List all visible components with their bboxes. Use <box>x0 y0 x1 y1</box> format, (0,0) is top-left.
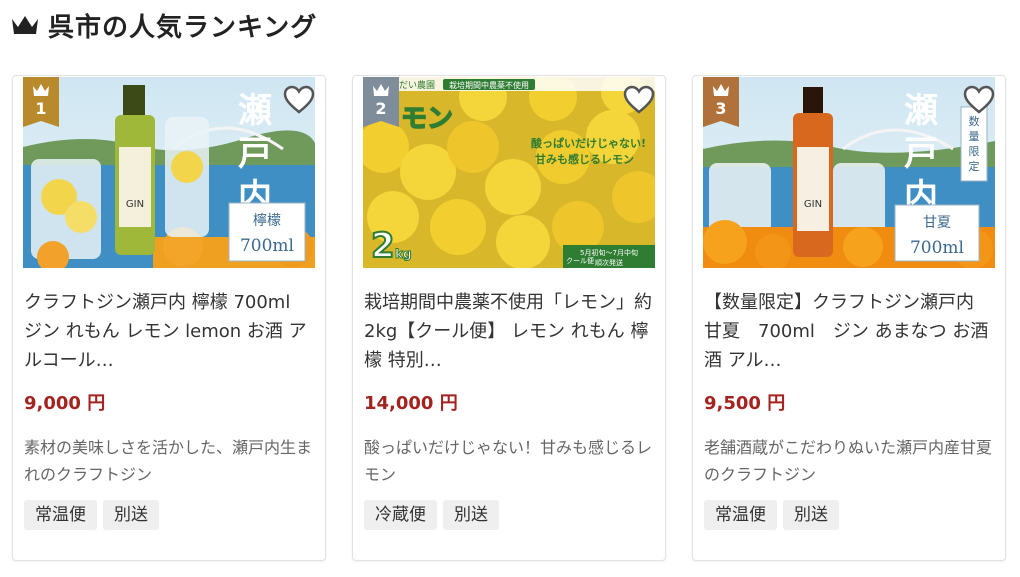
product-price: 9,000 円 <box>24 393 106 414</box>
image-volume: 700ml <box>910 238 964 258</box>
image-title-char2: 戸 <box>238 134 272 174</box>
product-name[interactable]: クラフトジン瀬戸内 檸檬 700ml ジン れもん レモン lemon お酒 ア… <box>24 288 314 375</box>
rank-badge: 3 <box>703 77 739 127</box>
crown-icon <box>12 16 38 34</box>
rank-number: 1 <box>35 99 47 118</box>
bottle-label: GIN <box>126 199 144 210</box>
crown-icon <box>373 84 389 96</box>
product-description: 老舗酒蔵がこだわりぬいた瀬戸内産甘夏のクラフトジン <box>704 438 993 484</box>
image-limited-char4: 定 <box>969 159 980 173</box>
crown-icon <box>33 84 49 96</box>
image-shipping-line1: 5月初旬〜7月中旬 <box>580 248 638 257</box>
bottle-label: GIN <box>804 199 822 210</box>
product-image[interactable]: GIN 瀬 戸 内 檸檬 700ml <box>23 77 315 268</box>
image-title-char1: 瀬 <box>904 91 938 131</box>
product-image[interactable]: だい農園 栽培期間中農薬不使用 モン 酸っぱいだけじゃない! 甘みも感じるレモン… <box>363 77 655 268</box>
favorite-heart-icon[interactable] <box>283 85 315 115</box>
page-title: 呉市の人気ランキング <box>48 12 318 43</box>
ranking-list: GIN 瀬 戸 内 檸檬 700ml 1 クラフトジン瀬戸内 檸檬 700ml … <box>12 75 1006 561</box>
shipping-tags: 冷蔵便 別送 <box>364 500 499 530</box>
image-weight-unit: kg <box>395 247 412 261</box>
image-slogan-line2: 甘みも感じるレモン <box>535 152 634 166</box>
image-limited-char2: 量 <box>969 130 980 143</box>
product-name[interactable]: 栽培期間中農薬不使用「レモン」約2kg【クール便】 レモン れもん 檸檬 特別… <box>364 288 654 375</box>
image-limited-char3: 限 <box>969 145 980 158</box>
shipping-tag: 常温便 <box>24 500 97 530</box>
image-top-banner: 栽培期間中農薬不使用 <box>449 80 529 90</box>
shipping-tag: 別送 <box>103 500 159 530</box>
product-card[interactable]: だい農園 栽培期間中農薬不使用 モン 酸っぱいだけじゃない! 甘みも感じるレモン… <box>352 75 666 561</box>
product-price: 14,000 円 <box>364 393 458 414</box>
shipping-tag: 冷蔵便 <box>364 500 437 530</box>
product-name[interactable]: 【数量限定】クラフトジン瀬戸内 甘夏 700ml ジン あまなつ お酒 酒 アル… <box>704 288 994 375</box>
image-cool-label: クール便 <box>566 256 594 265</box>
image-weight: 2 <box>371 226 395 266</box>
rank-number: 3 <box>715 99 727 118</box>
shipping-tag: 常温便 <box>704 500 777 530</box>
rank-badge: 1 <box>23 77 59 127</box>
shipping-tags: 常温便 別送 <box>24 500 159 530</box>
favorite-heart-icon[interactable] <box>963 85 995 115</box>
product-card[interactable]: GIN 瀬 戸 内 数 量 限 定 甘夏 700ml 3 【数量限定】クラフトジ… <box>692 75 1006 561</box>
crown-icon <box>713 84 729 96</box>
image-volume: 700ml <box>240 236 294 256</box>
image-title-char2: 戸 <box>904 134 938 174</box>
ranking-header: 呉市の人気ランキング <box>10 8 318 43</box>
shipping-tag: 別送 <box>443 500 499 530</box>
image-limited-char1: 数 <box>969 115 980 128</box>
product-description: 酸っぱいだけじゃない！甘みも感じるレモン <box>364 438 653 484</box>
shipping-tag: 別送 <box>783 500 839 530</box>
shipping-tags: 常温便 別送 <box>704 500 839 530</box>
image-farm-name: だい農園 <box>399 79 435 91</box>
rank-badge: 2 <box>363 77 399 127</box>
image-title-char1: 瀬 <box>238 91 272 131</box>
product-image[interactable]: GIN 瀬 戸 内 数 量 限 定 甘夏 700ml <box>703 77 995 268</box>
product-price: 9,500 円 <box>704 393 786 414</box>
image-flavor: 甘夏 <box>923 215 951 231</box>
image-flavor: 檸檬 <box>253 213 281 229</box>
product-description: 素材の美味しさを活かした、瀬戸内生まれのクラフトジン <box>24 438 313 484</box>
image-title: モン <box>401 104 453 134</box>
rank-number: 2 <box>375 99 387 118</box>
favorite-heart-icon[interactable] <box>623 85 655 115</box>
product-card[interactable]: GIN 瀬 戸 内 檸檬 700ml 1 クラフトジン瀬戸内 檸檬 700ml … <box>12 75 326 561</box>
image-slogan-line1: 酸っぱいだけじゃない! <box>531 136 646 150</box>
image-shipping-line2: 順次発送 <box>595 258 623 267</box>
